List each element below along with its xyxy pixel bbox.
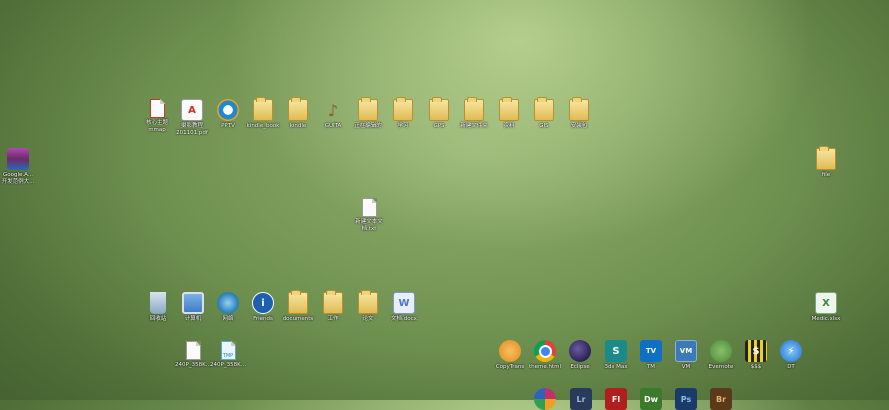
picasa-icon[interactable] xyxy=(525,388,565,410)
folder-icon[interactable]: file xyxy=(806,146,846,179)
winrar-archive-icon[interactable]: Google.A... 开发范例大... xyxy=(0,148,38,186)
lightroom-glyph: Lr xyxy=(570,388,592,410)
temp-badge: TMP xyxy=(222,353,234,359)
folder-glyph xyxy=(323,290,343,314)
icon-label: 新建文本文 档.txt xyxy=(355,219,383,232)
icon-label: 安装包 xyxy=(570,123,588,129)
recycle-bin-glyph xyxy=(150,292,166,314)
daemon-tools-icon[interactable]: ⚡ DT xyxy=(771,340,811,371)
eclipse-glyph xyxy=(569,340,591,362)
pptv-glyph xyxy=(217,99,239,121)
guitar-glyph: ♪ xyxy=(327,100,339,120)
winrar-glyph xyxy=(7,148,29,170)
folder-glyph xyxy=(393,97,413,121)
desktop: 核心主题 mmap A 摄影教程 201101.pdf PPTV kindle_bo… xyxy=(0,0,889,410)
folder-glyph xyxy=(569,97,589,121)
dreamweaver-glyph: Dw xyxy=(640,388,662,410)
folder-glyph xyxy=(464,97,484,121)
dreamweaver-icon[interactable]: Dw xyxy=(631,388,671,410)
3ds-max-glyph: S xyxy=(605,340,627,362)
bridge-glyph: Br xyxy=(710,388,732,410)
photoshop-icon[interactable]: Ps xyxy=(666,388,706,410)
icon-label: file xyxy=(821,172,831,178)
folder-glyph xyxy=(288,97,308,121)
bridge-icon[interactable]: Br xyxy=(701,388,741,410)
flash-icon[interactable]: Fl xyxy=(596,388,636,410)
folder-glyph xyxy=(534,97,554,121)
word-glyph: W xyxy=(393,292,415,314)
blank-file-glyph xyxy=(185,341,201,360)
icon-label: 文档.docx xyxy=(391,316,417,322)
info-glyph: i xyxy=(252,292,274,314)
icon-label: Google.A... 开发范例大... xyxy=(1,172,35,185)
photoshop-glyph: Ps xyxy=(675,388,697,410)
folder-glyph xyxy=(499,97,519,121)
temp-file-glyph: TMP xyxy=(220,341,236,360)
folder-glyph xyxy=(358,290,378,314)
chrome-glyph xyxy=(534,340,556,362)
word-doc-icon[interactable]: W 文档.docx xyxy=(384,292,424,323)
icon-label: 240P_358K... xyxy=(210,362,246,368)
folder-glyph xyxy=(429,97,449,121)
chrome-center xyxy=(538,344,552,358)
daemon-tools-glyph: ⚡ xyxy=(780,340,802,362)
icon-label: Medic.xlsx xyxy=(811,316,841,322)
folder-glyph xyxy=(358,97,378,121)
vmware-glyph: VM xyxy=(675,340,697,362)
excel-glyph: X xyxy=(815,292,837,314)
money-glyph: $ xyxy=(745,340,767,362)
computer-glyph xyxy=(182,292,204,314)
xmind-file-glyph xyxy=(149,99,165,118)
icon-label: DT xyxy=(787,364,795,370)
teamviewer-glyph: TV xyxy=(640,340,662,362)
copytrans-glyph xyxy=(499,340,521,362)
network-glyph xyxy=(217,292,239,314)
folder-icon[interactable]: 安装包 xyxy=(559,97,599,130)
folder-glyph xyxy=(816,146,836,170)
text-file-icon[interactable]: 新建文本文 档.txt xyxy=(349,198,389,233)
pdf-icon: A xyxy=(181,99,203,121)
excel-file-icon[interactable]: X Medic.xlsx xyxy=(806,292,846,323)
text-file-glyph xyxy=(361,198,377,217)
lightroom-icon[interactable]: Lr xyxy=(561,388,601,410)
pdf-file-icon[interactable]: A 摄影教程 201101.pdf xyxy=(172,99,212,137)
folder-glyph xyxy=(253,97,273,121)
evernote-glyph xyxy=(710,340,732,362)
picasa-glyph xyxy=(534,388,556,410)
temp-file-icon[interactable]: TMP 240P_358K... xyxy=(208,341,248,369)
folder-glyph xyxy=(288,290,308,314)
flash-glyph: Fl xyxy=(605,388,627,410)
